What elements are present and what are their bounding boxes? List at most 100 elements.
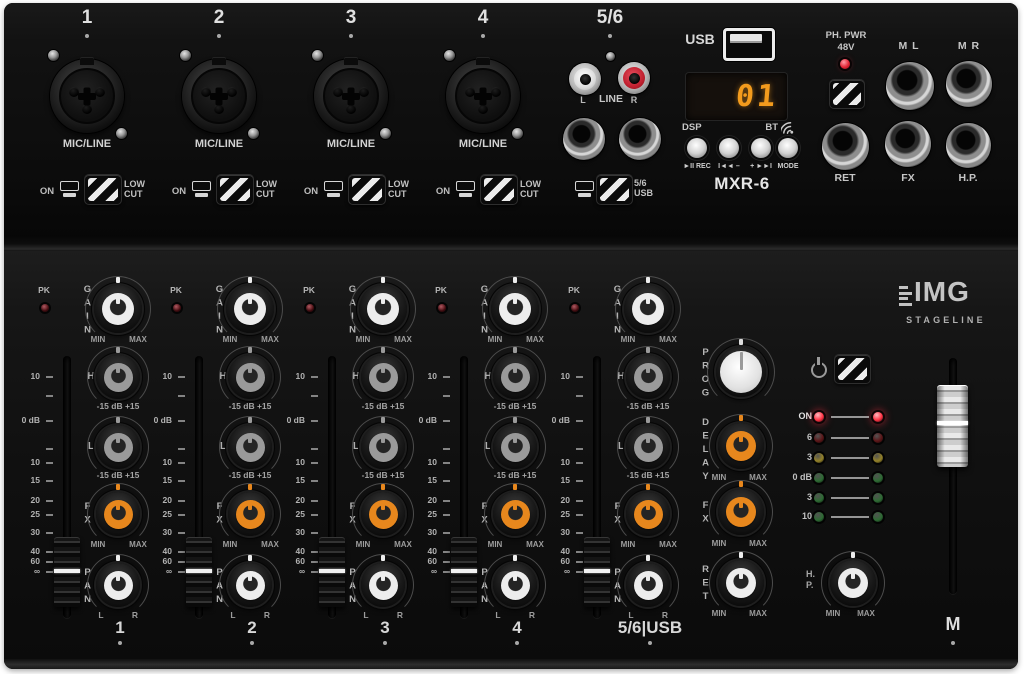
ch5-6-eq-low-knob[interactable] (626, 425, 670, 469)
ch2-fx-knob[interactable] (228, 492, 272, 536)
meter-line-2 (831, 457, 869, 459)
knob-pointer-tick (513, 484, 517, 490)
line-in-right-rca[interactable] (618, 62, 650, 94)
main-right-jack[interactable] (946, 61, 992, 107)
ch3-channel-dot (383, 641, 387, 645)
headphones-jack[interactable] (946, 123, 991, 168)
ret-level-knob[interactable] (718, 560, 764, 606)
delay-knob[interactable] (718, 423, 764, 469)
knob-pointer-tick (646, 484, 650, 490)
ch2-eq-high-knob[interactable] (228, 355, 272, 399)
low-cut-button-1[interactable] (84, 174, 122, 205)
ch3-gain-knob[interactable] (359, 285, 407, 333)
channel-3-dot (349, 34, 353, 38)
prog-knob[interactable] (716, 347, 766, 397)
low-cut-button-2[interactable] (216, 174, 254, 205)
line-in-right-jack[interactable] (619, 118, 661, 160)
ch5-6-fader[interactable] (584, 537, 610, 607)
knob-pointer (248, 294, 252, 304)
meter-label-1: 6 (782, 432, 812, 442)
fx-level-knob[interactable] (718, 489, 764, 535)
return-jack[interactable] (822, 123, 869, 170)
ch5-6-scale-tick (576, 532, 583, 534)
line-in-left-jack[interactable] (563, 118, 605, 160)
ch4-fader[interactable] (451, 537, 477, 607)
ch3-gain-max: MAX (389, 336, 417, 345)
mode-button[interactable] (778, 138, 798, 158)
mic-line-jack-2[interactable] (182, 59, 256, 133)
knob-pointer (248, 364, 252, 373)
ch1-fx-min: MIN (85, 541, 111, 550)
ch4-fx-knob[interactable] (493, 492, 537, 536)
ch5-6-pan-knob[interactable] (626, 563, 670, 607)
ch5-6-scale-tick (576, 420, 583, 422)
ch3-fader[interactable] (319, 537, 345, 607)
ch4-pan-knob[interactable] (493, 563, 537, 607)
ch2-pan-knob[interactable] (228, 563, 272, 607)
mic-line-label-2: MIC/LINE (179, 138, 259, 150)
line-in-left-rca[interactable] (569, 63, 601, 95)
ch2-scale-tick (178, 420, 185, 422)
on-switch-3[interactable] (323, 181, 344, 198)
main-left-jack[interactable] (886, 62, 934, 110)
power-button[interactable] (834, 354, 871, 384)
fx-send-jack[interactable] (885, 121, 931, 167)
low-cut-button-3[interactable] (348, 174, 386, 205)
ch3-fx-knob[interactable] (361, 492, 405, 536)
ch4-scale-tick (443, 420, 450, 422)
ch4-gain-knob[interactable] (491, 285, 539, 333)
knob-pointer (116, 572, 120, 581)
ch2-scale-tick (178, 480, 185, 482)
on-label-1: ON (35, 187, 59, 198)
ch3-eq-low-knob[interactable] (361, 425, 405, 469)
ch3-eq-high-knob[interactable] (361, 355, 405, 399)
ch2-gain-knob[interactable] (226, 285, 274, 333)
low-cut-button-4[interactable] (480, 174, 518, 205)
ch2-fader[interactable] (186, 537, 212, 607)
meter-line-1 (831, 437, 869, 439)
ch4-eq-high-knob[interactable] (493, 355, 537, 399)
ch5-6-gain-knob[interactable] (624, 285, 672, 333)
low-cut-label-3: LOW CUT (388, 179, 414, 199)
ch3-peak-led (306, 304, 314, 312)
ch1-fx-knob[interactable] (96, 492, 140, 536)
master-label: M (938, 614, 968, 634)
brand-name: IMG (914, 276, 990, 307)
mic-line-jack-3[interactable] (314, 59, 388, 133)
mic-line-jack-1[interactable] (50, 59, 124, 133)
on-switch-1[interactable] (59, 181, 80, 198)
ch5-6-eq-high-knob[interactable] (626, 355, 670, 399)
ch5-6-fx-knob[interactable] (626, 492, 670, 536)
knob-pointer-tick (248, 555, 252, 561)
ch1-scale-tick (46, 500, 53, 502)
ch3-scale-label: 25 (275, 510, 305, 520)
on-switch-2[interactable] (191, 181, 212, 198)
mic-line-jack-4[interactable] (446, 59, 520, 133)
rca-hole (580, 74, 591, 85)
master-fader[interactable] (937, 385, 968, 467)
stereo-on-switch-icon[interactable] (574, 181, 595, 198)
usb-source-button[interactable] (596, 174, 633, 205)
usb-port[interactable] (723, 28, 775, 61)
ch1-gain-knob[interactable] (94, 285, 142, 333)
rewind-button[interactable] (719, 138, 739, 158)
bt-label: BT (758, 123, 778, 134)
rec-play-button[interactable] (687, 138, 707, 158)
switch-glyph-bottom (459, 193, 472, 197)
ch2-scale-tick (178, 561, 185, 563)
on-switch-4[interactable] (455, 181, 476, 198)
ch2-eq-low-knob[interactable] (228, 425, 272, 469)
ch1-gain-max: MAX (124, 336, 152, 345)
ch1-pan-knob[interactable] (96, 563, 140, 607)
headphones-level-knob[interactable] (830, 560, 876, 606)
ch1-eq-high-knob[interactable] (96, 355, 140, 399)
ch1-fader[interactable] (54, 537, 80, 607)
ch3-pan-knob[interactable] (361, 563, 405, 607)
ch4-scale-tick (443, 561, 450, 563)
phantom-power-button[interactable] (829, 79, 865, 109)
forward-button[interactable] (751, 138, 771, 158)
ch3-scale-tick (311, 514, 318, 516)
ch4-eq-low-knob[interactable] (493, 425, 537, 469)
ch1-eq-low-knob[interactable] (96, 425, 140, 469)
hatch-stripes (484, 178, 514, 201)
